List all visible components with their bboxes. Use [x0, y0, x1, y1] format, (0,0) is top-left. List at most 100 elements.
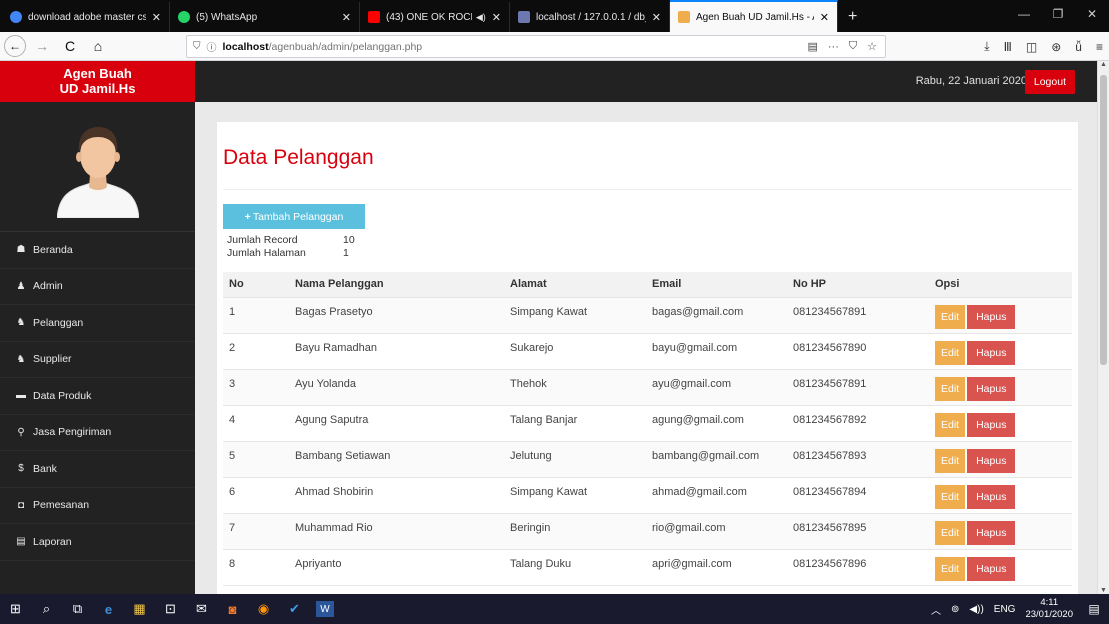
delete-button[interactable]: Hapus: [967, 448, 1016, 473]
delete-button[interactable]: Hapus: [967, 412, 1016, 437]
store-icon[interactable]: ⊡: [155, 594, 186, 624]
file-explorer-icon[interactable]: ▦: [124, 594, 155, 624]
tab-close-icon[interactable]: ✕: [820, 11, 829, 24]
page-scrollbar[interactable]: ▲ ▼: [1097, 61, 1109, 594]
delete-button[interactable]: Hapus: [967, 304, 1016, 329]
browser-tab[interactable]: localhost / 127.0.0.1 / db_agen ✕: [510, 2, 670, 32]
pocket-icon[interactable]: ⛉: [849, 40, 857, 53]
edit-button[interactable]: Edit: [935, 556, 966, 581]
logout-button[interactable]: Logout: [1024, 70, 1075, 94]
sidebar-item-data-produk[interactable]: ▬ Data Produk: [0, 378, 195, 415]
browser-tab[interactable]: (43) ONE OK ROCK - Where ◀) ✕: [360, 2, 510, 32]
download-icon[interactable]: ⤓: [984, 39, 989, 54]
start-icon[interactable]: ⊞: [0, 594, 31, 624]
delete-button[interactable]: Hapus: [967, 484, 1016, 509]
delete-button[interactable]: Hapus: [967, 556, 1016, 581]
browser-tab-active[interactable]: Agen Buah UD Jamil.Hs - Adm ✕: [670, 0, 838, 32]
word-icon[interactable]: W: [316, 601, 334, 617]
task-view-icon[interactable]: ⧉: [62, 594, 93, 624]
shield-icon[interactable]: ⛉: [193, 41, 201, 52]
sidebar-item-jasa-pengiriman[interactable]: ⚲ Jasa Pengiriman: [0, 415, 195, 451]
cell-no: 1: [223, 297, 289, 334]
edit-button[interactable]: Edit: [935, 484, 966, 509]
edge-icon[interactable]: e: [93, 594, 124, 624]
cell-opsi: Edit Hapus: [929, 405, 1072, 442]
url-bar[interactable]: ⛉ ⓘ localhost/agenbuah/admin/pelanggan.p…: [186, 35, 886, 58]
info-icon[interactable]: ⓘ: [207, 39, 217, 54]
language-indicator[interactable]: ENG: [994, 604, 1016, 615]
delete-button[interactable]: Hapus: [967, 340, 1016, 365]
cell-no: 8: [223, 549, 289, 586]
table-row: 8 Apriyanto Talang Duku apri@gmail.com 08123…: [223, 549, 1072, 586]
cell-opsi: Edit Hapus: [929, 369, 1072, 406]
sidebar-item-admin[interactable]: ♟ Admin: [0, 269, 195, 305]
sidebar-item-pelanggan[interactable]: ♞ Pelanggan: [0, 305, 195, 342]
edit-button[interactable]: Edit: [935, 340, 966, 365]
library-icon[interactable]: Ⅲ: [1004, 40, 1012, 54]
delete-button[interactable]: Hapus: [967, 376, 1016, 401]
minimize-icon[interactable]: —: [1007, 0, 1041, 28]
taskbar-clock[interactable]: 4:11 23/01/2020: [1025, 597, 1073, 621]
extension-icon[interactable]: ǚ: [1075, 40, 1082, 54]
column-header-no: No: [223, 272, 289, 298]
network-icon[interactable]: ⊚: [951, 604, 959, 615]
system-tray: ︿ ⊚ ◀)) ENG 4:11 23/01/2020 ▤: [931, 594, 1109, 624]
reload-icon[interactable]: C: [58, 34, 82, 58]
account-icon[interactable]: ⊛: [1051, 40, 1061, 54]
sidebar-item-beranda[interactable]: ☗ Beranda: [0, 232, 195, 269]
tab-close-icon[interactable]: ✕: [342, 11, 351, 24]
edit-button[interactable]: Edit: [935, 304, 966, 329]
page-actions-icon[interactable]: ···: [828, 41, 839, 53]
avatar: [0, 102, 195, 232]
brand-logo[interactable]: Agen Buah UD Jamil.Hs: [0, 61, 195, 102]
youtube-favicon-icon: [368, 11, 380, 23]
volume-icon[interactable]: ◀)): [969, 604, 983, 615]
browser-tab[interactable]: download adobe master cs 3 f ✕: [2, 2, 170, 32]
sidebar-item-bank[interactable]: $ Bank: [0, 451, 195, 488]
xampp-icon[interactable]: ◙: [217, 594, 248, 624]
reader-view-icon[interactable]: ▤: [807, 40, 817, 53]
delete-button[interactable]: Hapus: [967, 520, 1016, 545]
edit-button[interactable]: Edit: [935, 520, 966, 545]
cell-no-hp: 081234567891: [787, 369, 929, 406]
scroll-down-icon[interactable]: ▼: [1098, 587, 1109, 594]
sidebar-item-supplier[interactable]: ♞ Supplier: [0, 342, 195, 378]
new-tab-button[interactable]: +: [838, 2, 867, 32]
back-icon[interactable]: ←: [4, 35, 26, 57]
column-header-email: Email: [646, 272, 787, 298]
sidebar-item-pemesanan[interactable]: ◘ Pemesanan: [0, 488, 195, 524]
cell-no: 4: [223, 405, 289, 442]
mail-icon[interactable]: ✉: [186, 594, 217, 624]
sidebar-item-laporan[interactable]: ▤ Laporan: [0, 524, 195, 561]
cell-alamat: Sukarejo: [504, 333, 646, 370]
edit-button[interactable]: Edit: [935, 376, 966, 401]
tab-close-icon[interactable]: ✕: [492, 11, 501, 24]
scrollbar-thumb[interactable]: [1100, 75, 1107, 365]
restore-icon[interactable]: ❐: [1041, 0, 1075, 28]
sidebar-icon[interactable]: ◫: [1026, 40, 1037, 54]
close-window-icon[interactable]: ✕: [1075, 0, 1109, 28]
audio-playing-icon[interactable]: ◀): [476, 12, 486, 23]
cell-no: 5: [223, 441, 289, 478]
menu-icon[interactable]: ≡: [1096, 40, 1103, 54]
home-icon[interactable]: ⌂: [86, 34, 110, 58]
add-customer-button[interactable]: + Tambah Pelanggan: [223, 204, 365, 229]
search-icon[interactable]: ⌕: [31, 594, 62, 624]
tray-chevron-icon[interactable]: ︿: [931, 602, 941, 617]
bookmark-star-icon[interactable]: ☆: [867, 40, 877, 53]
report-icon: ▤: [16, 536, 26, 548]
tab-close-icon[interactable]: ✕: [152, 11, 161, 24]
browser-tab[interactable]: (5) WhatsApp ✕: [170, 2, 360, 32]
cell-no: 3: [223, 369, 289, 406]
firefox-icon[interactable]: ◉: [248, 594, 279, 624]
browser-tab-strip: download adobe master cs 3 f ✕ (5) Whats…: [0, 0, 1109, 32]
edit-button[interactable]: Edit: [935, 448, 966, 473]
scroll-up-icon[interactable]: ▲: [1098, 61, 1109, 68]
notifications-icon[interactable]: ▤: [1083, 602, 1105, 616]
edit-button[interactable]: Edit: [935, 412, 966, 437]
table-row: 7 Muhammad Rio Beringin rio@gmail.com 081234…: [223, 513, 1072, 550]
vscode-icon[interactable]: ✔: [279, 594, 310, 624]
forward-icon[interactable]: →: [30, 34, 54, 58]
cell-alamat: Talang Banjar: [504, 405, 646, 442]
tab-close-icon[interactable]: ✕: [652, 11, 661, 24]
